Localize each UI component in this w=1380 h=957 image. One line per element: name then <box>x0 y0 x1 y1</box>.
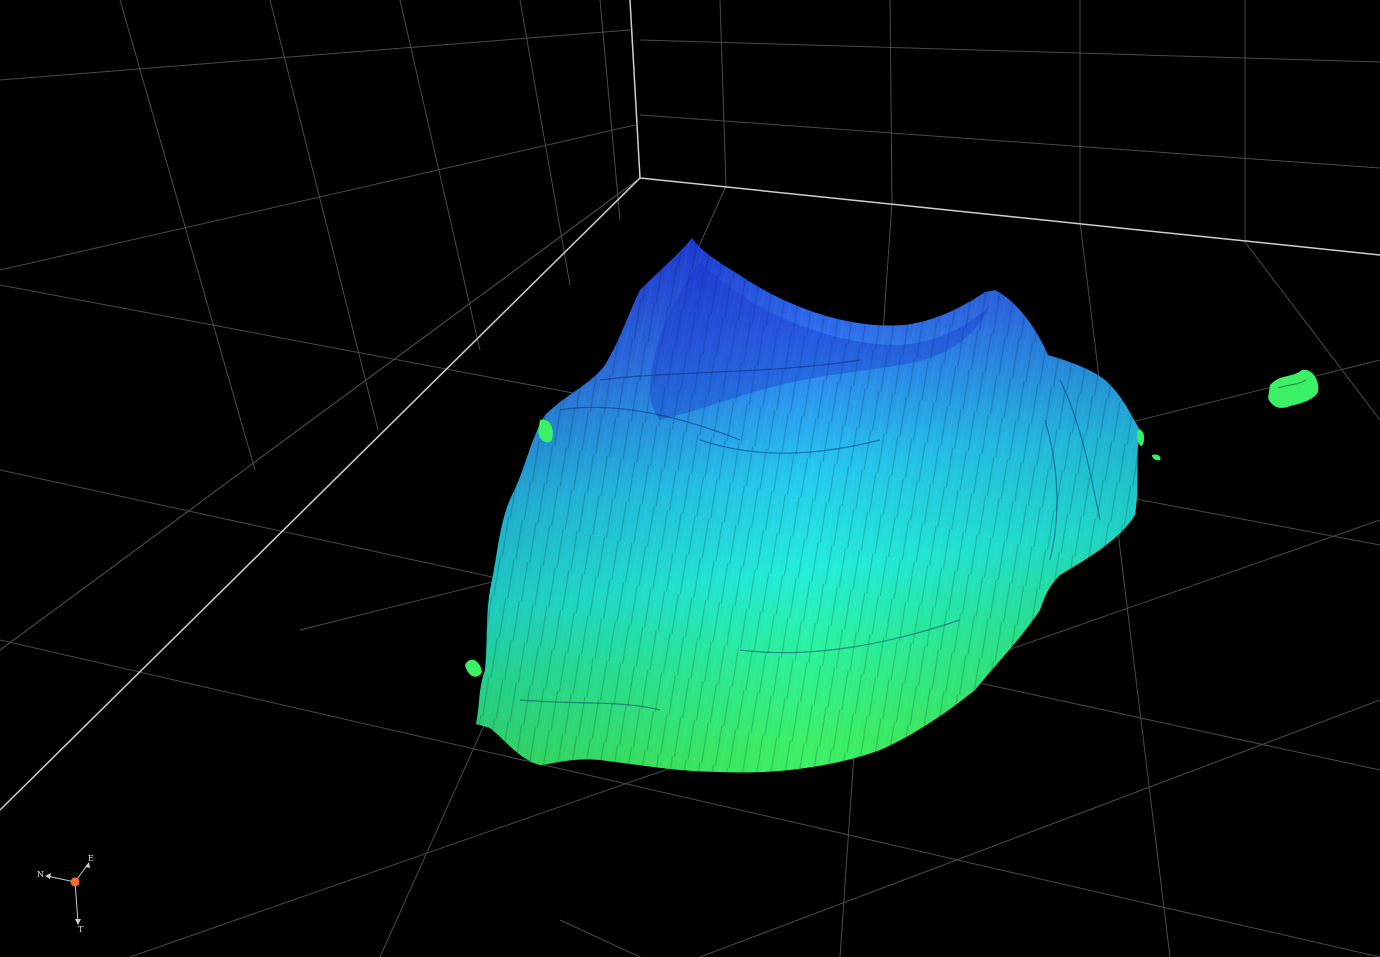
terrain-edge-fragment <box>1152 454 1161 461</box>
north-axis-label: N <box>37 870 44 879</box>
3d-scene[interactable]: N E T <box>0 0 1380 957</box>
3d-viewport[interactable]: N E T <box>0 0 1380 957</box>
east-axis-label: E <box>88 854 94 863</box>
orientation-triad[interactable]: N E T <box>37 854 94 934</box>
terrain-edge-fragment <box>465 659 482 677</box>
north-arrow-icon <box>45 873 51 879</box>
down-axis-label: T <box>78 925 84 934</box>
triad-origin-icon <box>70 877 80 887</box>
terrain-surface[interactable] <box>465 238 1161 773</box>
terrain-shading <box>476 238 1140 773</box>
terrain-edge-fragment <box>1137 429 1145 446</box>
terrain-islet[interactable] <box>1268 369 1319 408</box>
right-wall-grid <box>639 0 1380 242</box>
down-axis-line <box>74 881 79 923</box>
